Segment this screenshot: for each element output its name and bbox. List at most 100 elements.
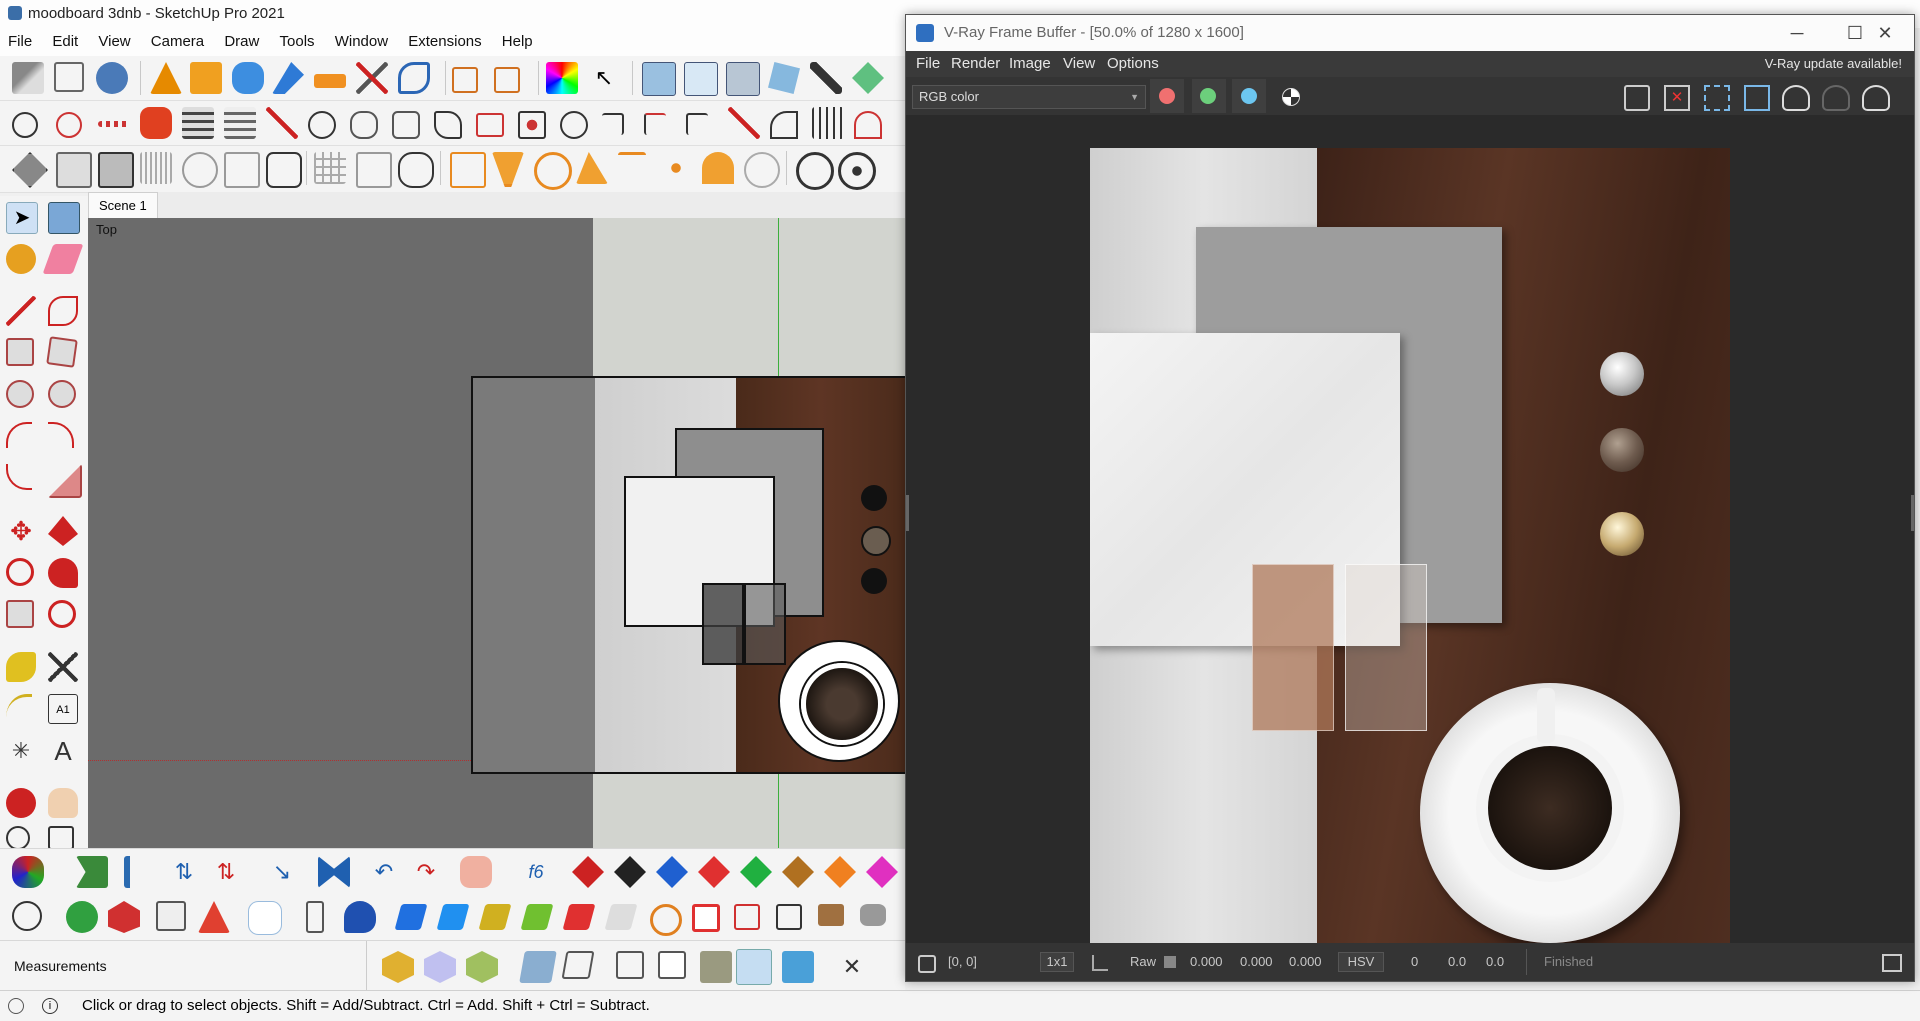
mirror-icon[interactable] [318, 856, 350, 888]
knob-bronze[interactable] [861, 526, 891, 556]
history-panel-icon[interactable] [1882, 954, 1902, 972]
loop-icon[interactable] [350, 111, 378, 139]
close-icon[interactable]: ✕ [1856, 15, 1914, 51]
flag-icon[interactable] [776, 904, 802, 930]
monochrome-icon[interactable] [782, 951, 814, 983]
green-sphere-icon[interactable] [66, 901, 98, 933]
grass-icon[interactable] [140, 152, 172, 184]
grid-icon[interactable] [812, 107, 844, 139]
face-yellow-icon[interactable] [478, 904, 512, 930]
face-blue-2-icon[interactable] [436, 904, 470, 930]
vray-menu-render[interactable]: Render [951, 51, 1000, 77]
split-icon[interactable] [734, 904, 760, 930]
sketchup-viewport[interactable] [88, 218, 905, 848]
box-icon[interactable] [476, 113, 504, 137]
slice-icon[interactable] [728, 107, 760, 139]
top-view-icon[interactable] [684, 62, 718, 96]
menu-window[interactable]: Window [327, 28, 396, 56]
axes-icon[interactable]: ✳ [6, 736, 36, 766]
flip-red-icon[interactable]: ⇅ [210, 856, 242, 888]
sun-light-icon[interactable] [660, 152, 692, 184]
pillar-icon[interactable] [306, 901, 324, 933]
dome-light-icon[interactable] [702, 152, 734, 184]
menu-camera[interactable]: Camera [143, 28, 212, 56]
channel-select[interactable]: RGB color ▼ [912, 85, 1146, 109]
coffee-cup[interactable] [801, 663, 883, 745]
frame-red-icon[interactable] [692, 904, 720, 932]
proxy-icon[interactable] [744, 152, 780, 188]
hidden-line-icon[interactable] [658, 951, 686, 979]
pie-icon[interactable] [48, 464, 82, 498]
person-icon[interactable] [398, 152, 434, 188]
sphere-icon[interactable] [518, 111, 546, 139]
pencil-icon[interactable] [6, 296, 36, 326]
link-icon[interactable] [860, 904, 886, 926]
sphere-outline-icon[interactable] [12, 901, 42, 931]
scatter-icon[interactable] [182, 152, 218, 188]
front-view-icon[interactable] [726, 62, 760, 96]
knob-dark[interactable] [861, 485, 887, 511]
section-cut-icon[interactable]: ✕ [836, 951, 868, 983]
face-blue-1-icon[interactable] [394, 904, 428, 930]
rectangle-icon[interactable] [6, 338, 34, 366]
shape-icon[interactable] [392, 111, 420, 139]
shaded-textures-icon[interactable] [736, 949, 772, 985]
axis-blue-icon[interactable] [656, 856, 688, 888]
knob-black[interactable] [861, 568, 887, 594]
clear-image-icon[interactable]: ✕ [1664, 85, 1690, 111]
sphere-light-icon[interactable] [534, 152, 572, 190]
zoom-icon[interactable] [6, 826, 30, 850]
fillet-icon[interactable] [644, 113, 666, 135]
component-icon[interactable] [56, 152, 92, 188]
soft-box-icon[interactable] [248, 901, 282, 935]
color-mode-select[interactable]: HSV [1338, 952, 1384, 972]
teapot-interactive-icon[interactable] [1862, 85, 1890, 111]
move-axis-icon[interactable]: ↘ [266, 856, 298, 888]
vray-menu-options[interactable]: Options [1107, 51, 1159, 77]
menu-file[interactable]: File [0, 28, 40, 56]
shaded-icon[interactable] [700, 951, 732, 983]
make-component-icon[interactable] [48, 202, 80, 234]
scale-box-icon[interactable] [452, 67, 478, 93]
vray-menu-view[interactable]: View [1063, 51, 1095, 77]
copy-icon[interactable] [356, 152, 392, 188]
blue-channel-icon[interactable] [1241, 88, 1257, 104]
sandbox-icon[interactable] [272, 62, 304, 94]
omni-light-icon[interactable] [492, 152, 524, 187]
right-panel-handle[interactable] [1911, 495, 1914, 531]
dome-icon[interactable] [854, 111, 882, 139]
axis-x-icon[interactable] [824, 856, 856, 888]
teapot-render-icon[interactable] [1782, 85, 1810, 111]
shape-edit-icon[interactable] [266, 152, 302, 188]
circle-icon[interactable] [6, 380, 34, 408]
vray-logo-icon[interactable] [796, 152, 834, 190]
tab-scene-1[interactable]: Scene 1 [88, 192, 158, 219]
layers-icon[interactable] [182, 107, 214, 139]
axis-n-icon[interactable] [782, 856, 814, 888]
extrude-icon[interactable] [314, 74, 346, 88]
chamfer-icon[interactable] [686, 113, 708, 135]
ies-light-icon[interactable] [618, 152, 646, 183]
info-icon[interactable]: i [42, 998, 58, 1014]
shaded-cube-icon[interactable] [382, 951, 414, 983]
vray-render-settings-icon[interactable] [450, 152, 486, 188]
offset-tool-icon[interactable] [48, 600, 76, 628]
geo-location-icon[interactable] [8, 998, 24, 1014]
glass-tile-light[interactable] [744, 583, 786, 665]
scale-icon[interactable] [6, 600, 34, 628]
left-panel-handle[interactable] [906, 495, 909, 531]
select-arrow-icon[interactable]: ➤ [6, 202, 38, 234]
vray-render-canvas[interactable] [906, 115, 1914, 948]
vray-update-notice[interactable]: V-Ray update available! [1765, 51, 1902, 77]
formula-icon[interactable]: f6 [520, 856, 552, 888]
track-mouse-icon[interactable] [1744, 85, 1770, 111]
array-icon[interactable] [314, 152, 346, 184]
menu-edit[interactable]: Edit [44, 28, 86, 56]
menu-view[interactable]: View [90, 28, 138, 56]
dimension-tool-icon[interactable] [48, 652, 78, 682]
terrain-icon[interactable] [852, 62, 884, 94]
rotated-rectangle-icon[interactable] [46, 336, 78, 368]
axis-magenta-icon[interactable] [866, 856, 898, 888]
region-render-icon[interactable] [1704, 85, 1730, 111]
menu-help[interactable]: Help [494, 28, 541, 56]
